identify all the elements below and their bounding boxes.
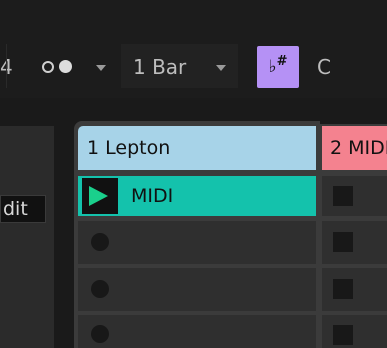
quantize-value: 1 Bar	[133, 55, 187, 79]
clip-slot[interactable]	[78, 221, 316, 264]
chevron-down-icon[interactable]	[216, 65, 226, 71]
clip-slot[interactable]	[78, 315, 316, 348]
clip-slot[interactable]	[322, 315, 387, 348]
dot-icon	[59, 60, 72, 73]
stop-icon[interactable]	[333, 325, 353, 345]
toolbar-divider	[6, 44, 7, 88]
clip-slot[interactable]	[322, 221, 387, 264]
clip-slot[interactable]	[78, 268, 316, 311]
clip-slot[interactable]	[322, 268, 387, 311]
sharp-icon: #	[276, 53, 288, 69]
side-panel	[0, 126, 54, 348]
stop-icon[interactable]	[333, 232, 353, 252]
clip-slot[interactable]	[322, 176, 387, 216]
stop-icon[interactable]	[333, 279, 353, 299]
chevron-down-icon[interactable]	[96, 65, 106, 71]
scale-mode-button[interactable]: ♭ #	[257, 46, 299, 88]
record-icon[interactable]	[91, 233, 109, 251]
track-header[interactable]: 2 MIDI	[322, 126, 387, 170]
root-note[interactable]: C	[317, 55, 331, 79]
clip-name: MIDI	[131, 185, 174, 207]
track-header[interactable]: 1 Lepton	[78, 126, 316, 170]
play-icon	[89, 186, 108, 206]
record-icon[interactable]	[91, 280, 109, 298]
stop-icon[interactable]	[333, 186, 353, 206]
flat-icon: ♭	[268, 57, 277, 77]
record-icon[interactable]	[91, 325, 109, 343]
follow-toggle[interactable]	[42, 60, 72, 73]
edit-button[interactable]: dit	[0, 195, 46, 223]
ring-icon	[42, 60, 54, 73]
